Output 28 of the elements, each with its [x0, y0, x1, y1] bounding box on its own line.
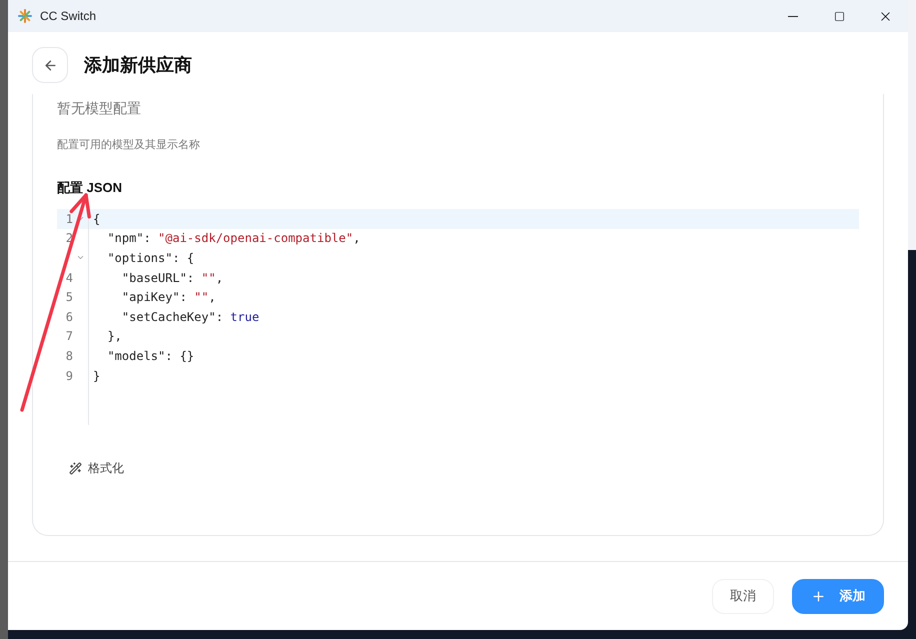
- app-logo-icon: [18, 9, 32, 23]
- maximize-icon: [834, 10, 844, 22]
- code-line: {: [93, 210, 100, 228]
- code-line: "apiKey": "",: [120, 289, 216, 306]
- cancel-button[interactable]: 取消: [712, 578, 774, 614]
- magic-wand-icon: [69, 462, 82, 475]
- format-button[interactable]: 格式化: [57, 455, 136, 482]
- code-line: }: [93, 368, 100, 385]
- line-number: 1: [64, 210, 73, 228]
- code-line: "setCacheKey": true: [120, 308, 260, 326]
- line-number: 7: [64, 328, 73, 346]
- config-label: 配置 JSON: [57, 178, 124, 196]
- line-number: 8: [64, 348, 73, 365]
- models-hint: 配置可用的模型及其显示名称: [57, 138, 201, 153]
- line-number: 5: [64, 289, 73, 306]
- empty-models-text: 暂无模型配置: [57, 99, 142, 118]
- code-line: "baseURL": "",: [120, 270, 224, 287]
- code-line: "options": {: [106, 250, 194, 267]
- code-line: "npm": "@ai-sdk/openai-compatible",: [106, 230, 360, 248]
- back-button[interactable]: [32, 47, 68, 83]
- line-number: 4: [64, 270, 73, 287]
- page-title: 添加新供应商: [84, 54, 192, 76]
- window-title: CC Switch: [40, 8, 96, 25]
- line-number: 9: [64, 368, 73, 385]
- code-line: },: [106, 328, 122, 346]
- line-number: 6: [64, 308, 73, 326]
- code-line: "models": {}: [106, 348, 194, 365]
- plus-icon: [810, 588, 826, 604]
